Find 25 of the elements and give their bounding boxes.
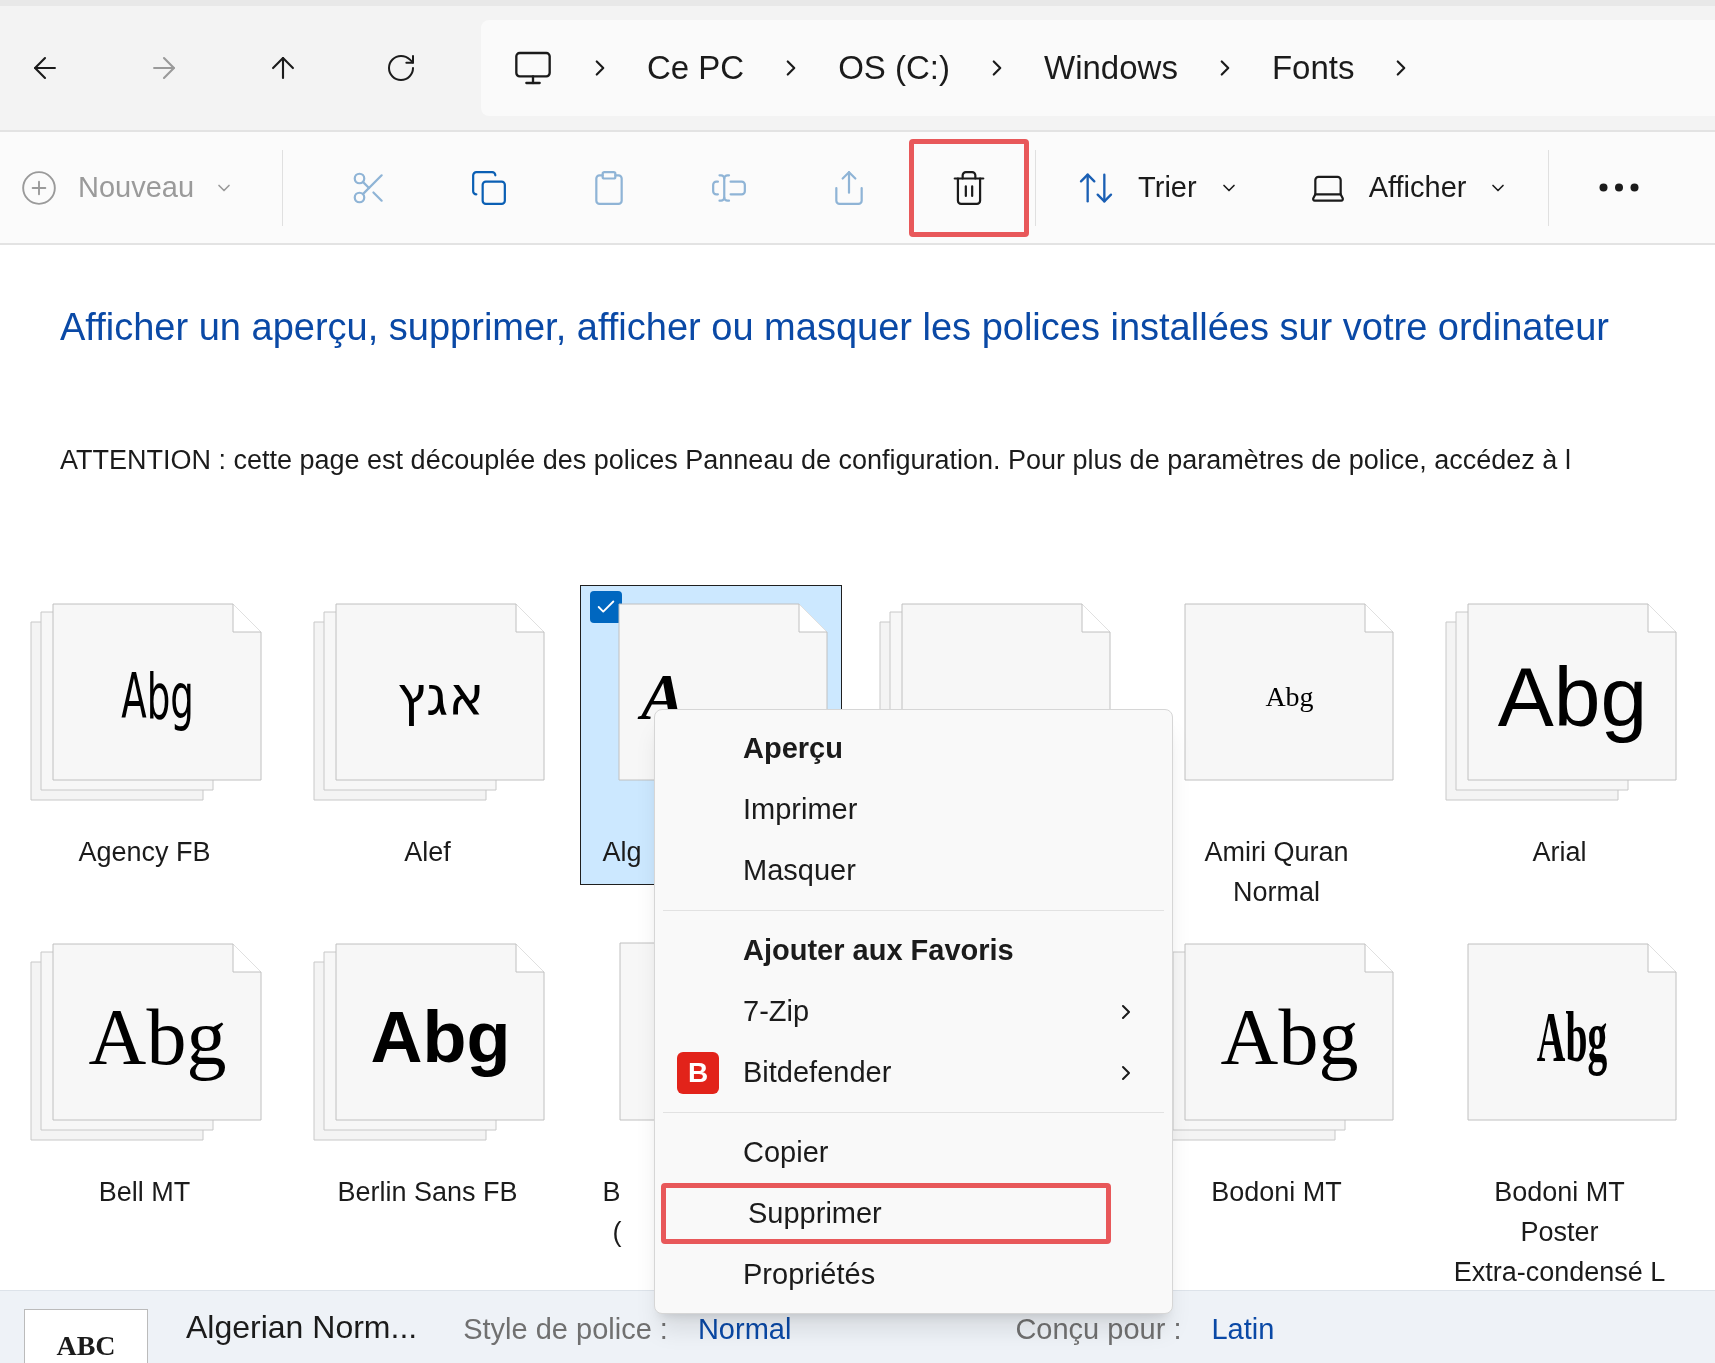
font-name: Berlin Sans FB	[337, 1176, 518, 1209]
font-name: B	[602, 1176, 621, 1209]
font-name: Amiri Quran	[1204, 836, 1349, 869]
field-value: Normal	[697, 1312, 792, 1347]
font-name: Alef	[404, 836, 451, 869]
font-name: (	[611, 1216, 622, 1249]
font-name: Bodoni MT	[1211, 1176, 1342, 1209]
field-label: Style de police :	[463, 1312, 668, 1347]
field-label: Conçu pour :	[1015, 1312, 1182, 1347]
font-name: Arial	[1532, 836, 1587, 869]
font-name: Algerian Norm...	[186, 1309, 418, 1345]
font-name: Alg	[602, 836, 642, 869]
font-preview: Abg	[1265, 683, 1314, 711]
font-name: Poster	[1520, 1216, 1599, 1249]
thumbnail-preview: ABC	[56, 1332, 116, 1360]
font-name: Bell MT	[98, 1176, 191, 1209]
font-name: Normal	[1233, 876, 1320, 909]
font-name: Extra-condensé L	[1453, 1256, 1666, 1289]
field-value: Latin	[1211, 1312, 1275, 1347]
font-name: Agency FB	[78, 836, 211, 869]
shield-badge-icon: B	[677, 1051, 719, 1094]
font-name: Bodoni MT	[1494, 1176, 1625, 1209]
font-preview: אגץ	[396, 670, 485, 724]
notice-text: ATTENTION : cette page est découplée des polices Panneau de configuration. Pour plus de paramètres de police, accédez à l	[60, 444, 1572, 477]
page-title: Afficher un aperçu, supprimer, afficher ou masquer les polices installées sur votre ordinateur	[60, 305, 1610, 350]
